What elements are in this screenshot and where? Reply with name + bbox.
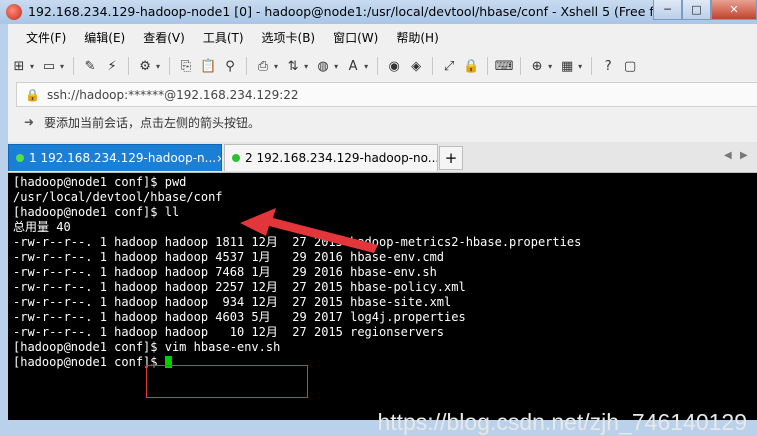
toolbar-divider (73, 57, 75, 75)
tab-session-1[interactable]: 1 192.168.234.129-hadoop-n... × (8, 144, 222, 171)
copy-icon[interactable]: ⎘ (177, 57, 195, 75)
toolbar-divider (169, 57, 171, 75)
globe-icon[interactable]: ◍ (314, 57, 332, 75)
tab-label: 1 192.168.234.129-hadoop-n... (29, 151, 217, 165)
chevron-down-icon[interactable]: ▾ (548, 62, 552, 71)
terminal-prompt: [hadoop@node1 conf]$ (13, 355, 165, 369)
tab-session-2[interactable]: 2 192.168.234.129-hadoop-no... × (224, 144, 438, 171)
menu-bar: 文件(F) 编辑(E) 查看(V) 工具(T) 选项卡(B) 窗口(W) 帮助(… (8, 26, 445, 50)
terminal-line: -rw-r--r--. 1 hadoop hadoop 1811 12月 27 … (13, 235, 582, 249)
menu-window[interactable]: 窗口(W) (321, 26, 384, 50)
tab-label: 2 192.168.234.129-hadoop-no... (245, 151, 438, 165)
chevron-down-icon[interactable]: ▾ (30, 62, 34, 71)
fullscreen-icon[interactable]: ⤢ (440, 57, 458, 75)
minimize-button[interactable]: ─ (653, 0, 682, 20)
lock-icon[interactable]: 🔒 (462, 57, 480, 75)
address-bar[interactable]: 🔒 ssh://hadoop:******@192.168.234.129:22 (16, 82, 757, 107)
terminal-line: -rw-r--r--. 1 hadoop hadoop 934 12月 27 2… (13, 295, 452, 309)
terminal-line: -rw-r--r--. 1 hadoop hadoop 4603 5月 29 2… (13, 310, 466, 324)
terminal-line: [hadoop@node1 conf]$ vim hbase-env.sh (13, 340, 281, 354)
connected-status-icon (232, 154, 240, 162)
menu-tab[interactable]: 选项卡(B) (250, 26, 322, 50)
chevron-down-icon[interactable]: ▾ (578, 62, 582, 71)
toolbar-divider (377, 57, 379, 75)
chevron-down-icon[interactable]: ▾ (274, 62, 278, 71)
open-folder-icon[interactable]: ▭ (40, 57, 58, 75)
title-bar: 192.168.234.129-hadoop-node1 [0] - hadoo… (0, 0, 757, 24)
lock-icon: 🔒 (25, 87, 40, 102)
terminal-lines: [hadoop@node1 conf]$ pwd /usr/local/devt… (13, 175, 581, 370)
disconnect-icon[interactable]: ⚡ (103, 57, 121, 75)
tab-scroll-left-icon[interactable]: ◀ (724, 150, 732, 161)
comment-icon[interactable]: ▢ (621, 57, 639, 75)
toolbar-divider (520, 57, 522, 75)
help-icon[interactable]: ? (599, 57, 617, 75)
window-controls: ─ □ ✕ (653, 0, 757, 20)
chevron-down-icon[interactable]: ▾ (60, 62, 64, 71)
transfer-icon[interactable]: ⇅ (284, 57, 302, 75)
session-address: ssh://hadoop:******@192.168.234.129:22 (47, 87, 299, 102)
menu-edit[interactable]: 编辑(E) (72, 26, 131, 50)
connected-status-icon (16, 154, 24, 162)
annotation-highlight-box (146, 365, 308, 398)
add-tab-button[interactable]: + (439, 146, 463, 170)
window-title: 192.168.234.129-hadoop-node1 [0] - hadoo… (28, 4, 668, 19)
tab-scroll-right-icon[interactable]: ▶ (740, 150, 748, 161)
menu-view[interactable]: 查看(V) (131, 26, 191, 50)
toolbar-divider (246, 57, 248, 75)
chevron-down-icon[interactable]: ▾ (156, 62, 160, 71)
session-hint-text: 要添加当前会话，点击左侧的箭头按钮。 (44, 115, 261, 130)
close-button[interactable]: ✕ (711, 0, 757, 20)
toolbar-divider (128, 57, 130, 75)
terminal-line: -rw-r--r--. 1 hadoop hadoop 7468 1月 29 2… (13, 265, 437, 279)
terminal-line: /usr/local/devtool/hbase/conf (13, 190, 223, 204)
properties-icon[interactable]: ⚙ (136, 57, 154, 75)
terminal-line: 总用量 40 (13, 220, 71, 234)
maximize-button[interactable]: □ (682, 0, 711, 20)
find-icon[interactable]: ⚲ (221, 57, 239, 75)
chevron-down-icon[interactable]: ▾ (304, 62, 308, 71)
menu-tools[interactable]: 工具(T) (191, 26, 250, 50)
close-tab-icon[interactable]: × (216, 152, 221, 165)
terminal-line: [hadoop@node1 conf]$ ll (13, 205, 180, 219)
print-icon[interactable]: ⎙ (254, 57, 272, 75)
toolbar-divider (432, 57, 434, 75)
chevron-down-icon[interactable]: ▾ (364, 62, 368, 71)
toolbar: ⊞ ▾ ▭ ▾ ✎ ⚡ ⚙ ▾ ⎘ 📋 ⚲ ⎙ ▾ ⇅ ▾ ◍ ▾ A ▾ ◉ ◈ ⤢ 🔒 ⌨… (8, 52, 757, 80)
chevron-down-icon[interactable]: ▾ (334, 62, 338, 71)
paste-icon[interactable]: 📋 (199, 57, 217, 75)
terminal-line: -rw-r--r--. 1 hadoop hadoop 4537 1月 29 2… (13, 250, 445, 264)
terminal-line: -rw-r--r--. 1 hadoop hadoop 2257 12月 27 … (13, 280, 466, 294)
terminal-line: [hadoop@node1 conf]$ pwd (13, 175, 187, 189)
toolbar-divider (591, 57, 593, 75)
compose-icon[interactable]: ⊕ (528, 57, 546, 75)
keyboard-icon[interactable]: ⌨ (495, 57, 514, 75)
terminal-output[interactable]: [hadoop@node1 conf]$ pwd /usr/local/devt… (8, 173, 757, 435)
new-session-icon[interactable]: ⊞ (10, 57, 28, 75)
xshell-logo-icon (6, 4, 22, 20)
arrow-icon[interactable]: ➜ (24, 115, 38, 129)
font-icon[interactable]: A (344, 57, 362, 75)
app-frame: 文件(F) 编辑(E) 查看(V) 工具(T) 选项卡(B) 窗口(W) 帮助(… (8, 24, 757, 435)
menu-help[interactable]: 帮助(H) (384, 26, 444, 50)
xftp-icon[interactable]: ◉ (385, 57, 403, 75)
script-icon[interactable]: ◈ (407, 57, 425, 75)
session-hint-bar: ➜ 要添加当前会话，点击左侧的箭头按钮。 (16, 110, 757, 134)
terminal-line: -rw-r--r--. 1 hadoop hadoop 10 12月 27 20… (13, 325, 445, 339)
reconnect-icon[interactable]: ✎ (81, 57, 99, 75)
layout-icon[interactable]: ▦ (558, 57, 576, 75)
tab-bar: 1 192.168.234.129-hadoop-n... × 2 192.16… (8, 142, 757, 173)
menu-file[interactable]: 文件(F) (8, 26, 72, 50)
watermark-text: https://blog.csdn.net/zjh_746140129 (377, 409, 747, 435)
toolbar-divider (487, 57, 489, 75)
